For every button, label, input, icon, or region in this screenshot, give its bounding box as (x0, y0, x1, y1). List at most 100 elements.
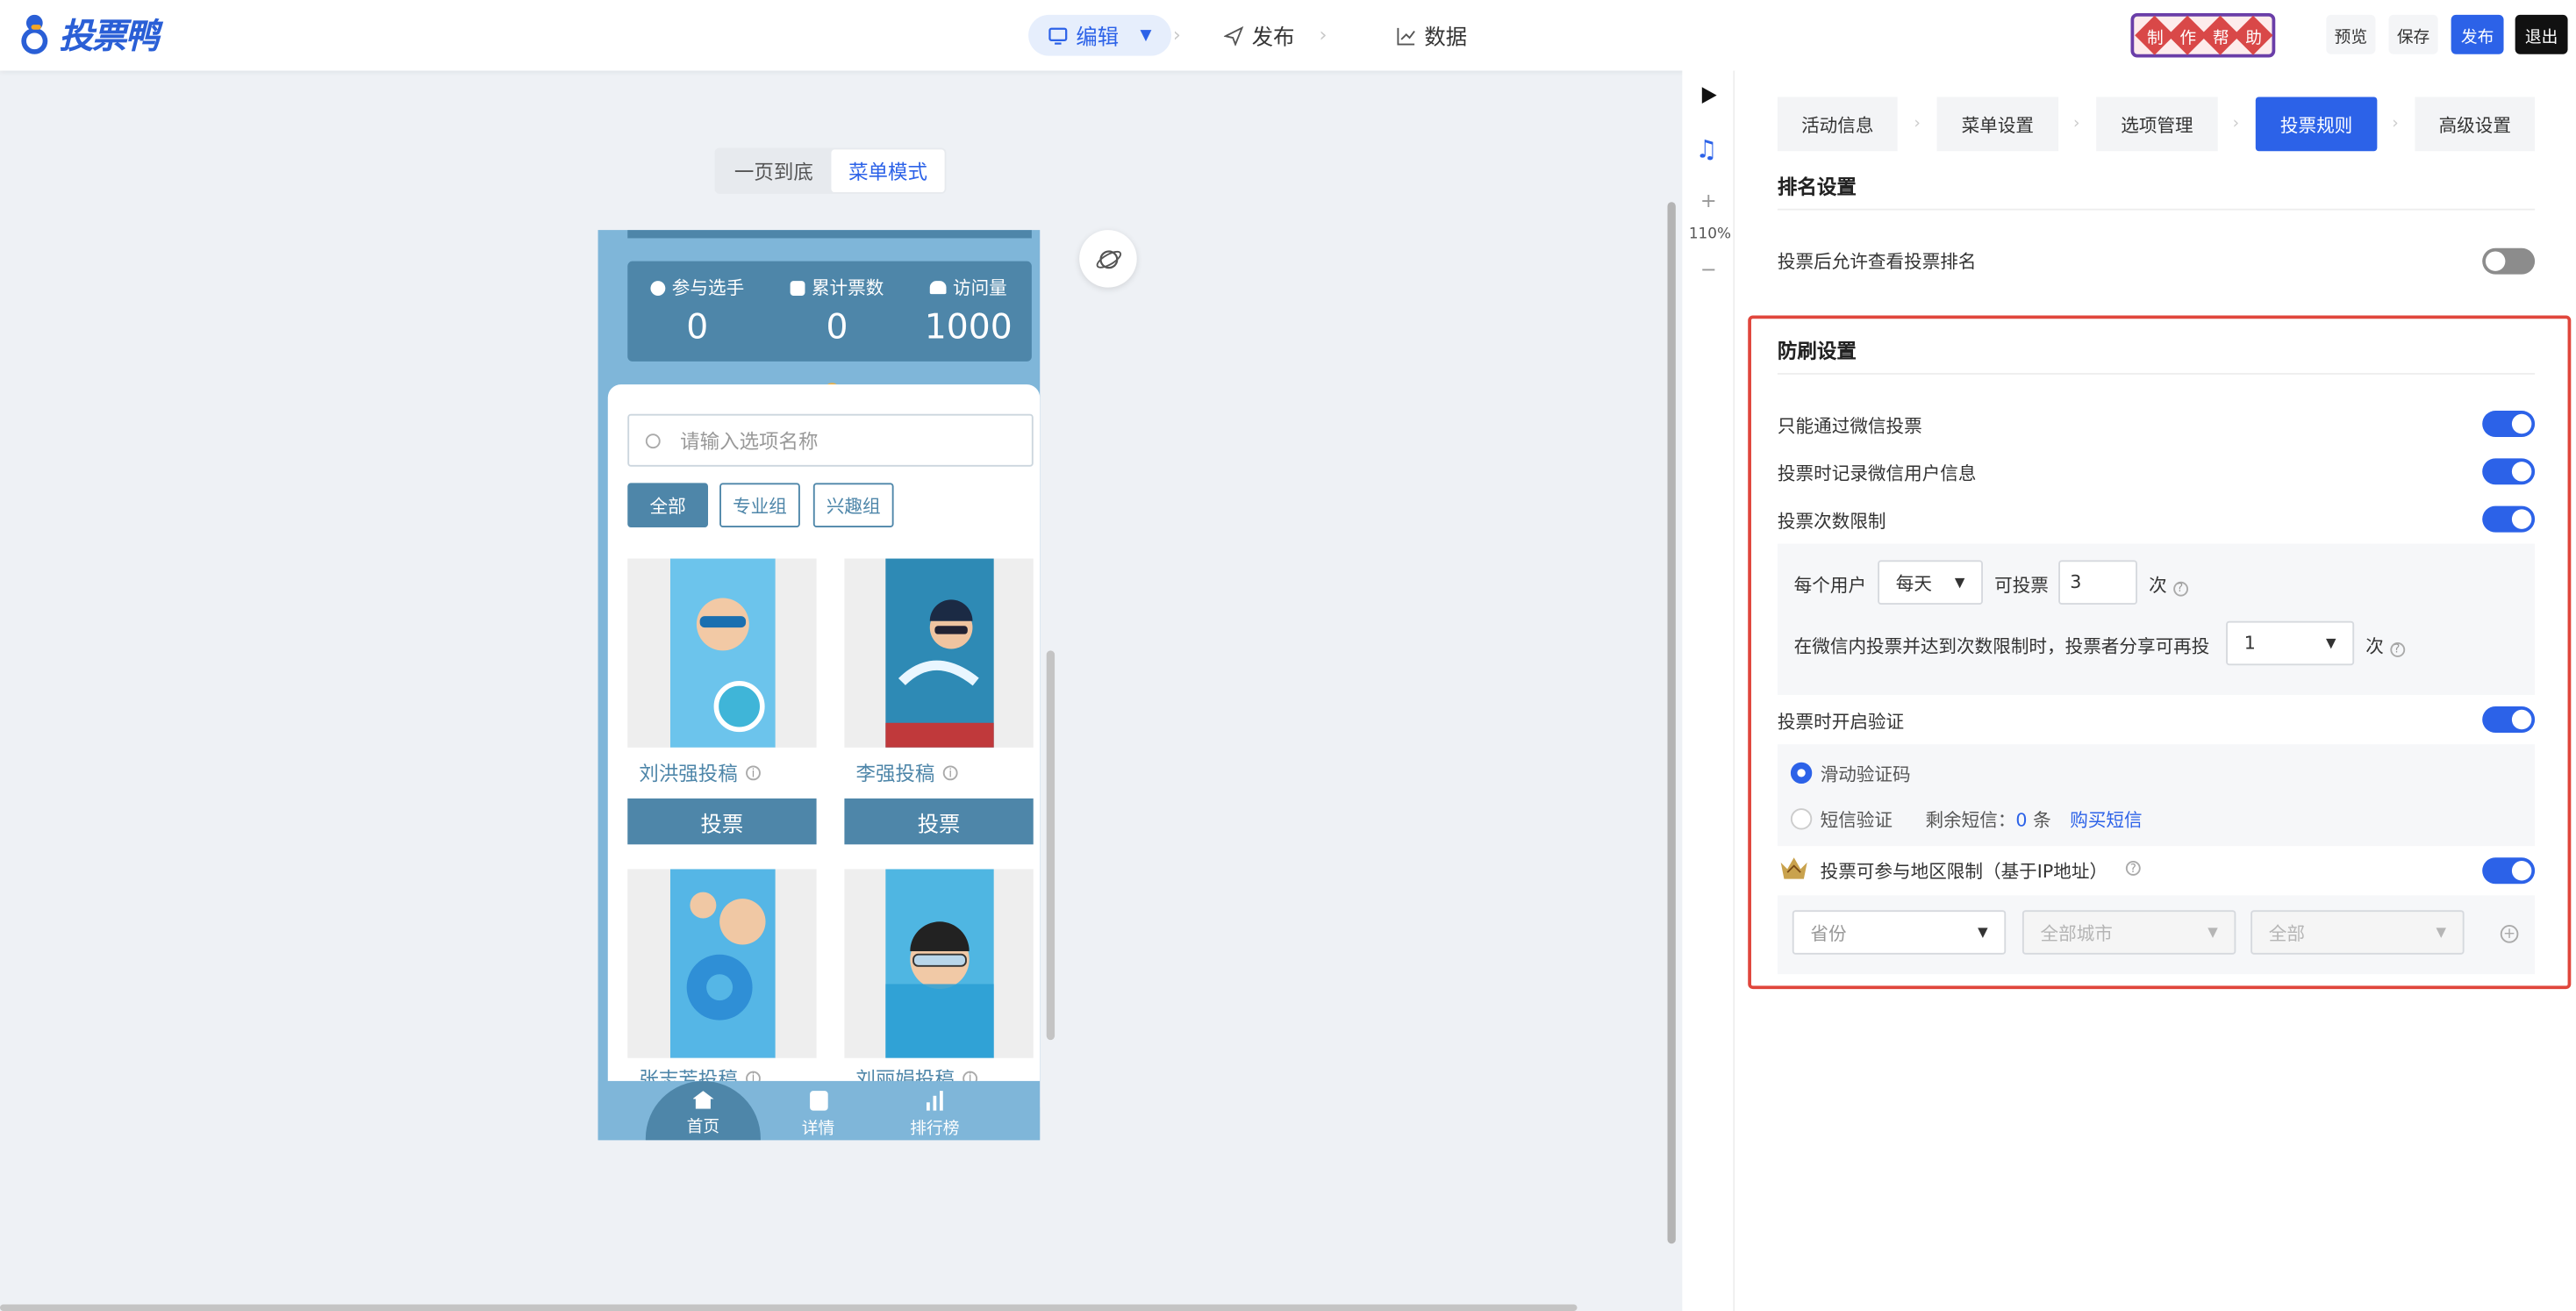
stat-value: 0 (826, 307, 848, 347)
tag-pro[interactable]: 专业组 (719, 483, 800, 527)
search-input[interactable]: 请输入选项名称 (627, 413, 1034, 467)
slide-captcha-radio[interactable] (1790, 762, 1813, 784)
child-swimming-photo (669, 869, 775, 1058)
ranking-title: 排名设置 (1777, 176, 1857, 199)
canvas-horizontal-scrollbar[interactable] (0, 1304, 1578, 1311)
promo-char-text: 制 (2145, 29, 2163, 48)
add-region-icon[interactable]: + (2500, 925, 2519, 943)
verify-toggle[interactable] (2482, 706, 2536, 734)
step-menu-settings[interactable]: 菜单设置 (1936, 97, 2059, 152)
canvas-vertical-scrollbar[interactable] (1667, 202, 1676, 1244)
vote-limit-label: 投票次数限制 (1777, 511, 1886, 533)
vote-button[interactable]: 投票 (844, 798, 1034, 845)
share-count-value: 1 (2243, 632, 2256, 655)
entry-photo[interactable] (844, 869, 1034, 1058)
nav-data[interactable]: 数据 (1397, 15, 1467, 56)
nav-publish-label: 发布 (1251, 25, 1295, 52)
sms-remaining: 剩余短信：0 条 (1925, 806, 2050, 833)
city-select[interactable]: 全部城市 ▼ (2021, 910, 2236, 955)
logo-text: 投票鸭 (59, 16, 159, 56)
share-count-select[interactable]: 1 ▼ (2226, 620, 2355, 666)
province-select[interactable]: 省份 ▼ (1792, 910, 2007, 955)
can-vote-label: 可投票 (1994, 575, 2049, 597)
sms-remaining-count: 0 (2015, 809, 2028, 832)
entry-name[interactable]: 刘洪强投稿 i (639, 759, 761, 787)
exit-button[interactable]: 退出 (2515, 14, 2568, 54)
verify-label: 投票时开启验证 (1777, 711, 1905, 734)
zoom-level: 110% (1688, 226, 1732, 244)
region-panel: 省份 ▼ 全部城市 ▼ 全部 ▼ + (1777, 895, 2536, 975)
period-value: 每天 (1895, 572, 1932, 594)
record-user-toggle[interactable] (2482, 458, 2536, 485)
wechat-only-toggle[interactable] (2482, 411, 2536, 438)
vote-limit-toggle[interactable] (2482, 505, 2536, 533)
one-page-mode-button[interactable]: 一页到底 (716, 149, 831, 192)
vote-count-value: 3 (2070, 571, 2082, 593)
period-select[interactable]: 每天 ▼ (1878, 560, 1983, 605)
entry-photo[interactable] (627, 869, 817, 1058)
help-promo-badge[interactable]: 制 作 帮 助 (2130, 12, 2276, 58)
help-icon: ? (2389, 641, 2405, 656)
stat-label: 访问量 (952, 277, 1007, 299)
logo[interactable]: 投票鸭 (17, 11, 160, 57)
step-advanced[interactable]: 高级设置 (2415, 97, 2536, 152)
theme-button[interactable] (1079, 230, 1137, 288)
caret-down-icon: ▼ (2326, 635, 2336, 651)
entry-photo[interactable] (627, 558, 817, 748)
phone-tab-bar: 首页 详情 排行榜 (597, 1080, 1041, 1141)
entry-name[interactable]: 李强投稿 i (856, 759, 958, 787)
nav-publish[interactable]: 发布 (1223, 15, 1295, 56)
anti-fraud-title: 防刷设置 (1777, 340, 1857, 363)
region-limit-toggle[interactable] (2482, 857, 2536, 885)
duck-logo-icon (21, 14, 48, 54)
sms-verify-label[interactable]: 短信验证 (1821, 806, 1893, 833)
step-activity-info[interactable]: 活动信息 (1777, 97, 1898, 152)
music-icon[interactable]: ♫ (1695, 135, 1717, 165)
times-label: 次 ? (2365, 633, 2405, 659)
send-icon (1223, 25, 1244, 46)
vote-limit-panel: 每个用户 每天 ▼ 可投票 3 次 ? 在微信内投票并达到次数限制时，投票者分享可… (1777, 543, 2536, 695)
menu-mode-button[interactable]: 菜单模式 (831, 149, 945, 193)
province-value: 省份 (1810, 922, 1847, 944)
content-card: 请输入选项名称 全部 专业组 兴趣组 刘洪强投稿 i 投票 李强投稿 i 投票 张志… (607, 384, 1041, 1107)
sms-verify-radio[interactable] (1790, 808, 1813, 830)
stat-participants: 参与选手 0 (636, 275, 759, 347)
sms-remaining-label: 剩余短信： (1925, 809, 2016, 832)
stat-value: 1000 (924, 307, 1013, 347)
allow-view-ranking-toggle[interactable] (2482, 247, 2536, 275)
phone-scrollbar[interactable] (1046, 650, 1055, 1041)
step-vote-rules[interactable]: 投票规则 (2255, 97, 2378, 152)
allow-view-ranking-label: 投票后允许查看投票排名 (1777, 251, 1977, 273)
district-value: 全部 (2268, 922, 2305, 944)
entry-photo[interactable] (844, 558, 1034, 748)
times-text: 次 (2149, 575, 2167, 597)
zoom-in-button[interactable]: + (1700, 189, 1717, 211)
wechat-only-label: 只能通过微信投票 (1777, 415, 1922, 438)
step-option-manage[interactable]: 选项管理 (2096, 97, 2218, 152)
publish-button[interactable]: 发布 (2451, 14, 2504, 54)
tab-ranking[interactable]: 排行榜 (902, 1091, 968, 1138)
stat-value: 0 (686, 307, 709, 347)
tab-label: 详情 (801, 1120, 835, 1139)
chevron-right-icon: › (2392, 115, 2399, 133)
zoom-out-button[interactable]: − (1700, 258, 1717, 281)
monitor-icon (1048, 26, 1068, 44)
city-value: 全部城市 (2040, 922, 2113, 944)
help-icon: ? (2172, 580, 2188, 596)
vote-count-input[interactable]: 3 (2058, 560, 2137, 605)
tab-home[interactable]: 首页 (670, 1091, 736, 1137)
buy-sms-link[interactable]: 购买短信 (2070, 806, 2142, 833)
tag-hobby[interactable]: 兴趣组 (812, 483, 894, 527)
search-placeholder: 请输入选项名称 (680, 429, 819, 453)
save-button[interactable]: 保存 (2388, 14, 2438, 54)
tab-detail[interactable]: 详情 (785, 1091, 851, 1138)
divider (1777, 208, 2536, 211)
district-select[interactable]: 全部 ▼ (2250, 910, 2465, 955)
preview-button[interactable]: 预览 (2326, 14, 2376, 54)
vote-button[interactable]: 投票 (627, 798, 817, 845)
play-icon[interactable] (1701, 87, 1717, 104)
nav-edit[interactable]: 编辑 ▼ (1028, 14, 1171, 56)
tag-all[interactable]: 全部 (627, 483, 709, 527)
slide-captcha-label[interactable]: 滑动验证码 (1821, 761, 1911, 787)
caret-down-icon: ▼ (2436, 925, 2447, 940)
